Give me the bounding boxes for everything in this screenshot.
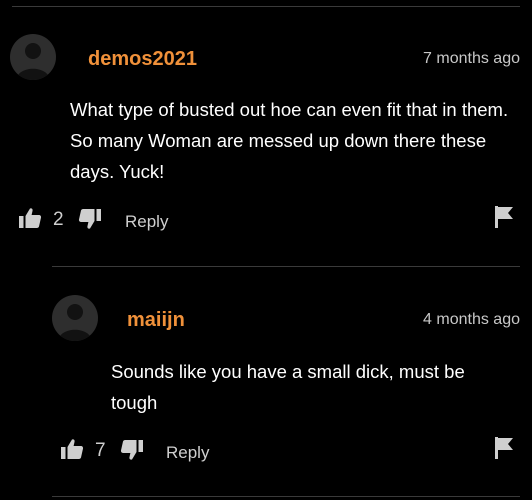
- comment-username[interactable]: maiijn: [127, 309, 185, 332]
- flag-button[interactable]: [493, 205, 515, 229]
- avatar-placeholder-icon: [58, 304, 92, 341]
- comment-timestamp: 4 months ago: [423, 311, 520, 328]
- avatar[interactable]: [52, 295, 98, 341]
- like-count: 7: [95, 440, 106, 461]
- comment-body: What type of busted out hoe can even fit…: [70, 99, 509, 182]
- comment-username[interactable]: demos2021: [88, 48, 197, 71]
- like-count: 2: [53, 209, 64, 230]
- thumbs-up-icon: [60, 437, 84, 461]
- comment-body: Sounds like you have a small dick, must …: [111, 361, 465, 413]
- like-button[interactable]: [60, 437, 84, 461]
- thumbs-down-icon: [78, 207, 102, 231]
- dislike-button[interactable]: [120, 438, 144, 462]
- flag-icon: [493, 205, 515, 229]
- reply-button[interactable]: Reply: [125, 212, 168, 232]
- avatar[interactable]: [10, 34, 56, 80]
- dislike-button[interactable]: [78, 207, 102, 231]
- bottom-divider: [52, 496, 520, 497]
- flag-button[interactable]: [493, 436, 515, 460]
- comment-timestamp: 7 months ago: [423, 50, 520, 67]
- avatar-placeholder-icon: [16, 43, 50, 80]
- thumbs-up-icon: [18, 206, 42, 230]
- flag-icon: [493, 436, 515, 460]
- like-button[interactable]: [18, 206, 42, 230]
- top-divider: [12, 6, 520, 7]
- thumbs-down-icon: [120, 438, 144, 462]
- reply-button[interactable]: Reply: [166, 443, 209, 463]
- reply-divider: [52, 266, 520, 267]
